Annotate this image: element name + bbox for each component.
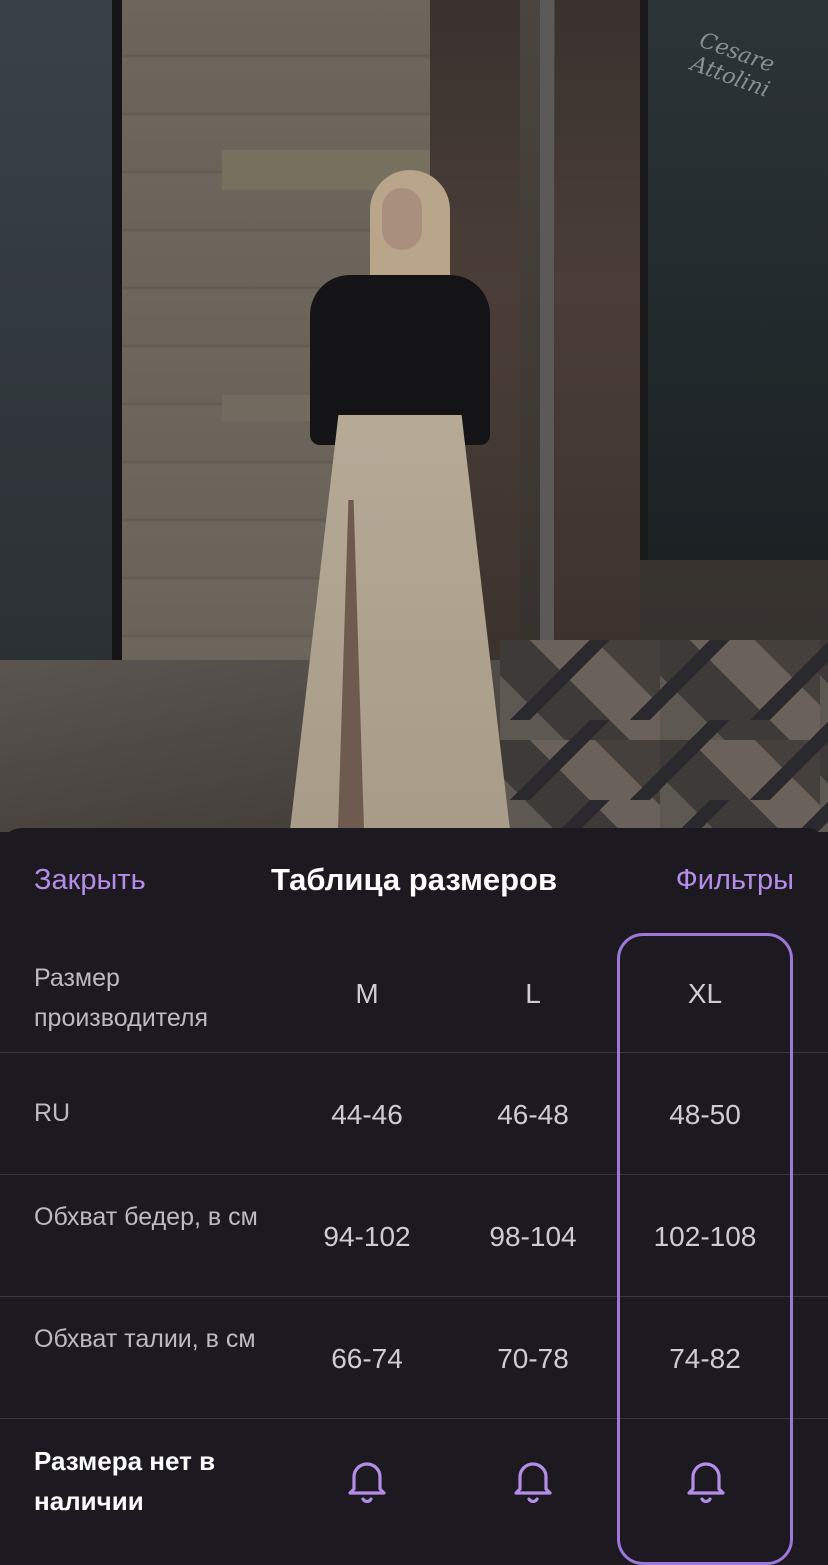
table-row: RU 44-46 46-48 48-50 bbox=[0, 1053, 828, 1175]
size-header-m[interactable]: M bbox=[292, 978, 442, 1010]
table-cell: 102-108 bbox=[653, 1221, 757, 1252]
bell-icon[interactable] bbox=[345, 1455, 389, 1505]
size-header-xl[interactable]: XL bbox=[630, 978, 780, 1010]
size-chart-sheet: Закрыть Таблица размеров Фильтры Размер … bbox=[0, 828, 828, 1565]
row-label: Обхват бедер, в см bbox=[34, 1203, 258, 1231]
bell-icon[interactable] bbox=[511, 1455, 555, 1505]
photo-model bbox=[290, 170, 510, 830]
photo-tiles bbox=[500, 640, 828, 832]
row-label: Обхват талии, в см bbox=[34, 1325, 256, 1353]
table-row: Обхват талии, в см 66-74 70-78 74-82 bbox=[0, 1297, 828, 1419]
manufacturer-size-label: Размер производителя bbox=[34, 964, 209, 1032]
table-cell: 46-48 bbox=[497, 1099, 569, 1130]
availability-label: Размера нет в наличии bbox=[34, 1446, 216, 1516]
table-cell: 94-102 bbox=[323, 1221, 411, 1252]
product-photo: Cesare Attolini bbox=[0, 0, 828, 832]
table-cell: 74-82 bbox=[669, 1343, 741, 1374]
table-cell: 66-74 bbox=[331, 1343, 403, 1374]
sheet-header: Закрыть Таблица размеров Фильтры bbox=[0, 828, 828, 938]
bell-icon[interactable] bbox=[684, 1455, 728, 1505]
table-cell: 44-46 bbox=[331, 1099, 403, 1130]
photo-marble-column bbox=[555, 0, 640, 720]
photo-pipe bbox=[540, 0, 554, 720]
size-header-l[interactable]: L bbox=[458, 978, 608, 1010]
photo-window bbox=[0, 0, 122, 670]
table-header-row: Размер производителя M L XL bbox=[0, 938, 828, 1053]
table-row: Обхват бедер, в см 94-102 98-104 102-108 bbox=[0, 1175, 828, 1297]
filters-button[interactable]: Фильтры bbox=[676, 864, 794, 897]
availability-row: Размера нет в наличии bbox=[0, 1419, 828, 1541]
table-cell: 98-104 bbox=[489, 1221, 577, 1252]
table-cell: 70-78 bbox=[497, 1343, 569, 1374]
table-cell: 48-50 bbox=[669, 1099, 741, 1130]
row-label: RU bbox=[34, 1099, 71, 1127]
